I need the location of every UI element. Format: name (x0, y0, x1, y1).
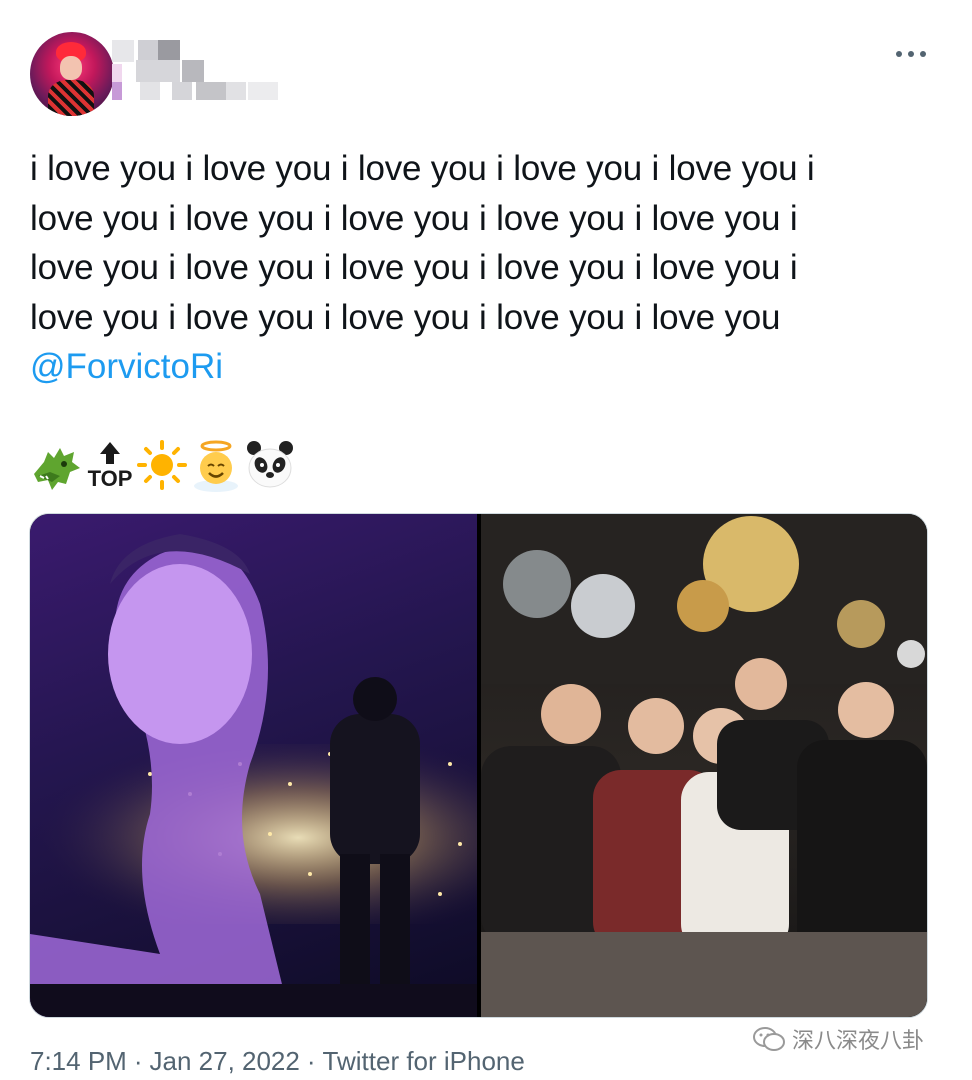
tweet-source[interactable]: Twitter for iPhone (323, 1044, 525, 1078)
tweet-text-line: love you i love you i love you i love yo… (30, 248, 798, 287)
tweet-text-line: love you i love you i love you i love yo… (30, 198, 798, 238)
media-grid (29, 513, 928, 1018)
separator-dot: · (306, 1046, 316, 1076)
photo-concert[interactable] (30, 514, 477, 1017)
watermark-text: 深八深夜八卦 (792, 1028, 925, 1053)
watermark: 深八深夜八卦 (752, 1022, 924, 1056)
author-name-blurred[interactable] (110, 38, 280, 104)
panda-face-icon (247, 441, 293, 488)
dragon-face-icon (34, 448, 80, 490)
angel-face-icon (194, 440, 238, 492)
tweet: i love you i love you i love you i love … (0, 0, 972, 1080)
tweet-text-line: love you i love you i love you i love yo… (30, 297, 781, 337)
author-avatar[interactable] (30, 32, 114, 116)
separator-dot: · (133, 1046, 143, 1076)
top-label: TOP (88, 466, 133, 491)
top-arrow-icon: TOP (88, 442, 133, 491)
more-options-icon[interactable] (896, 48, 926, 60)
tweet-date[interactable]: Jan 27, 2022 (150, 1044, 300, 1078)
sun-icon (137, 440, 187, 490)
tweet-text: i love you i love you i love you i love … (30, 144, 930, 342)
photo-group[interactable] (481, 514, 927, 1017)
tweet-text-line: i love you i love you i love you i love … (30, 149, 815, 188)
mention-link[interactable]: @ForvictoRi (30, 342, 223, 391)
tweet-time[interactable]: 7:14 PM (30, 1044, 127, 1078)
tweet-metadata: 7:14 PM · Jan 27, 2022 · Twitter for iPhone (30, 1044, 525, 1078)
wechat-icon (753, 1027, 785, 1051)
